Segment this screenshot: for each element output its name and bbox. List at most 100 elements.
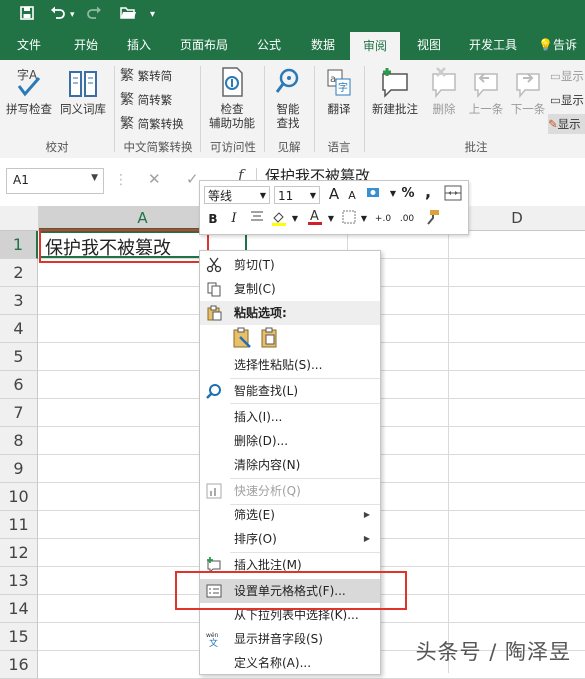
formula-bar-grip-icon: ⋮ [114,172,128,188]
percent-style-button[interactable]: % [400,185,416,203]
menu-item-paste-special[interactable]: 选择性粘贴(S)... [200,353,380,377]
tab-insert[interactable]: 插入 [116,30,162,60]
tab-review[interactable]: 审阅 [350,32,400,60]
next-comment-button[interactable]: 下一条 [506,66,550,116]
tab-developer[interactable]: 开发工具 [460,30,526,60]
tab-data[interactable]: 数据 [300,30,346,60]
new-comment-button[interactable]: 新建批注 [368,66,422,116]
menu-item-filter[interactable]: 筛选(E) ▶ [200,503,380,527]
row-header-4[interactable]: 4 [0,315,38,343]
menu-item-insert[interactable]: 插入(I)... [200,405,380,429]
group-divider [314,66,315,152]
font-name-select[interactable]: 等线 ▼ [204,186,270,204]
menu-item-smart-lookup[interactable]: 智能查找(L) [200,379,380,403]
show-ink-button[interactable]: ✎显示 [548,114,585,134]
row-header-8[interactable]: 8 [0,427,38,455]
menu-item-clear-contents[interactable]: 清除内容(N) [200,453,380,477]
row-header-12[interactable]: 12 [0,539,38,567]
scissors-icon [206,257,222,273]
previous-comment-button[interactable]: 上一条 [464,66,508,116]
spell-check-button[interactable]: 字A 拼写检查 [4,66,54,116]
row-header-3[interactable]: 3 [0,287,38,315]
tab-view[interactable]: 视图 [406,30,452,60]
accounting-format-icon[interactable] [364,185,386,207]
increase-decimal-icon[interactable]: +.0 [372,210,394,228]
row-header-11[interactable]: 11 [0,511,38,539]
bold-button[interactable]: B [206,210,220,228]
open-folder-icon[interactable] [120,6,137,24]
name-box[interactable]: A1 ▼ [6,168,104,194]
decrease-decimal-icon[interactable]: .00 [396,210,418,228]
customize-qat-icon[interactable]: ▾ [150,6,155,24]
undo-icon[interactable] [50,6,66,24]
delete-comment-icon [432,67,456,99]
cancel-icon[interactable]: ✕ [148,170,161,188]
search-icon [206,383,222,399]
comma-style-button[interactable]: , [422,183,434,201]
menu-item-sort[interactable]: 排序(O) ▶ [200,527,380,551]
menu-item-quick-analysis[interactable]: 快速分析(Q) [200,479,380,503]
redo-icon[interactable] [86,6,102,24]
menu-item-phonetic-field[interactable]: wén 文 显示拼音字段(S) [200,627,380,651]
conversion-char-icon: 繁 [120,116,134,132]
paste-option-keep-formatting[interactable] [232,327,254,352]
trad-to-simp-button[interactable]: 繁 繁转简 [120,66,172,86]
borders-dropdown-icon[interactable]: ▼ [360,210,368,228]
format-painter-icon[interactable] [422,209,442,231]
row-header-9[interactable]: 9 [0,455,38,483]
row-header-10[interactable]: 10 [0,483,38,511]
column-header-d[interactable]: D [449,206,585,230]
tab-tell-me[interactable]: 💡告诉 [538,30,585,60]
undo-dropdown-icon[interactable]: ▾ [70,6,75,24]
fill-color-dropdown-icon[interactable]: ▼ [291,210,299,228]
merge-center-icon[interactable] [443,185,463,207]
ribbon-tabs: 文件 开始 插入 页面布局 公式 数据 审阅 视图 开发工具 💡告诉 [0,30,585,60]
tab-home[interactable]: 开始 [60,30,112,60]
italic-button[interactable]: I [228,210,240,228]
thesaurus-button[interactable]: 同义词库 [58,66,108,116]
tab-formulas[interactable]: 公式 [246,30,292,60]
menu-item-copy[interactable]: 复制(C) [200,277,380,301]
row-header-5[interactable]: 5 [0,343,38,371]
menu-separator [230,403,380,404]
row-header-14[interactable]: 14 [0,595,38,623]
font-size-select[interactable]: 11 ▼ [274,186,320,204]
row-header-15[interactable]: 15 [0,623,38,651]
select-all-corner[interactable] [0,206,39,230]
translate-button[interactable]: a字 翻译 [318,66,360,116]
group-divider [264,66,265,152]
accessibility-check-icon [222,67,243,97]
fill-color-icon[interactable] [270,210,288,232]
chinese-conversion-button[interactable]: 繁 简繁转换 [120,114,184,134]
smart-lookup-button[interactable]: 智能 查找 [268,66,308,130]
menu-item-delete[interactable]: 删除(D)... [200,429,380,453]
borders-icon[interactable] [340,210,358,230]
group-label-comments: 批注 [464,140,488,154]
row-header-13[interactable]: 13 [0,567,38,595]
name-box-dropdown-icon[interactable]: ▼ [91,173,98,183]
delete-comment-button[interactable]: 删除 [424,66,464,116]
group-label-accessibility: 可访问性 [210,140,256,154]
row-header-1[interactable]: 1 [0,231,38,259]
accounting-dropdown-icon[interactable]: ▼ [388,185,398,203]
increase-font-button[interactable]: A [326,185,342,203]
font-color-dropdown-icon[interactable]: ▼ [327,210,335,228]
row-header-7[interactable]: 7 [0,399,38,427]
tab-page-layout[interactable]: 页面布局 [170,30,238,60]
align-center-icon[interactable] [248,210,266,228]
show-hide-comment-button[interactable]: ▭显示 [550,66,584,86]
menu-item-cut[interactable]: 剪切(T) [200,253,380,277]
save-icon[interactable] [20,6,34,24]
font-color-icon[interactable]: A [306,208,324,232]
row-header-6[interactable]: 6 [0,371,38,399]
decrease-font-button[interactable]: A [345,187,359,205]
row-header-2[interactable]: 2 [0,259,38,287]
row-header-16[interactable]: 16 [0,651,38,679]
enter-icon[interactable]: ✓ [186,170,199,188]
paste-option-values[interactable] [260,327,282,352]
tab-file[interactable]: 文件 [6,30,52,60]
simp-to-trad-button[interactable]: 繁 简转繁 [120,90,172,110]
show-all-comments-button[interactable]: ▭显示 [550,90,584,110]
check-accessibility-button[interactable]: 检查 辅助功能 [204,66,260,130]
menu-item-define-name[interactable]: 定义名称(A)... [200,651,380,674]
